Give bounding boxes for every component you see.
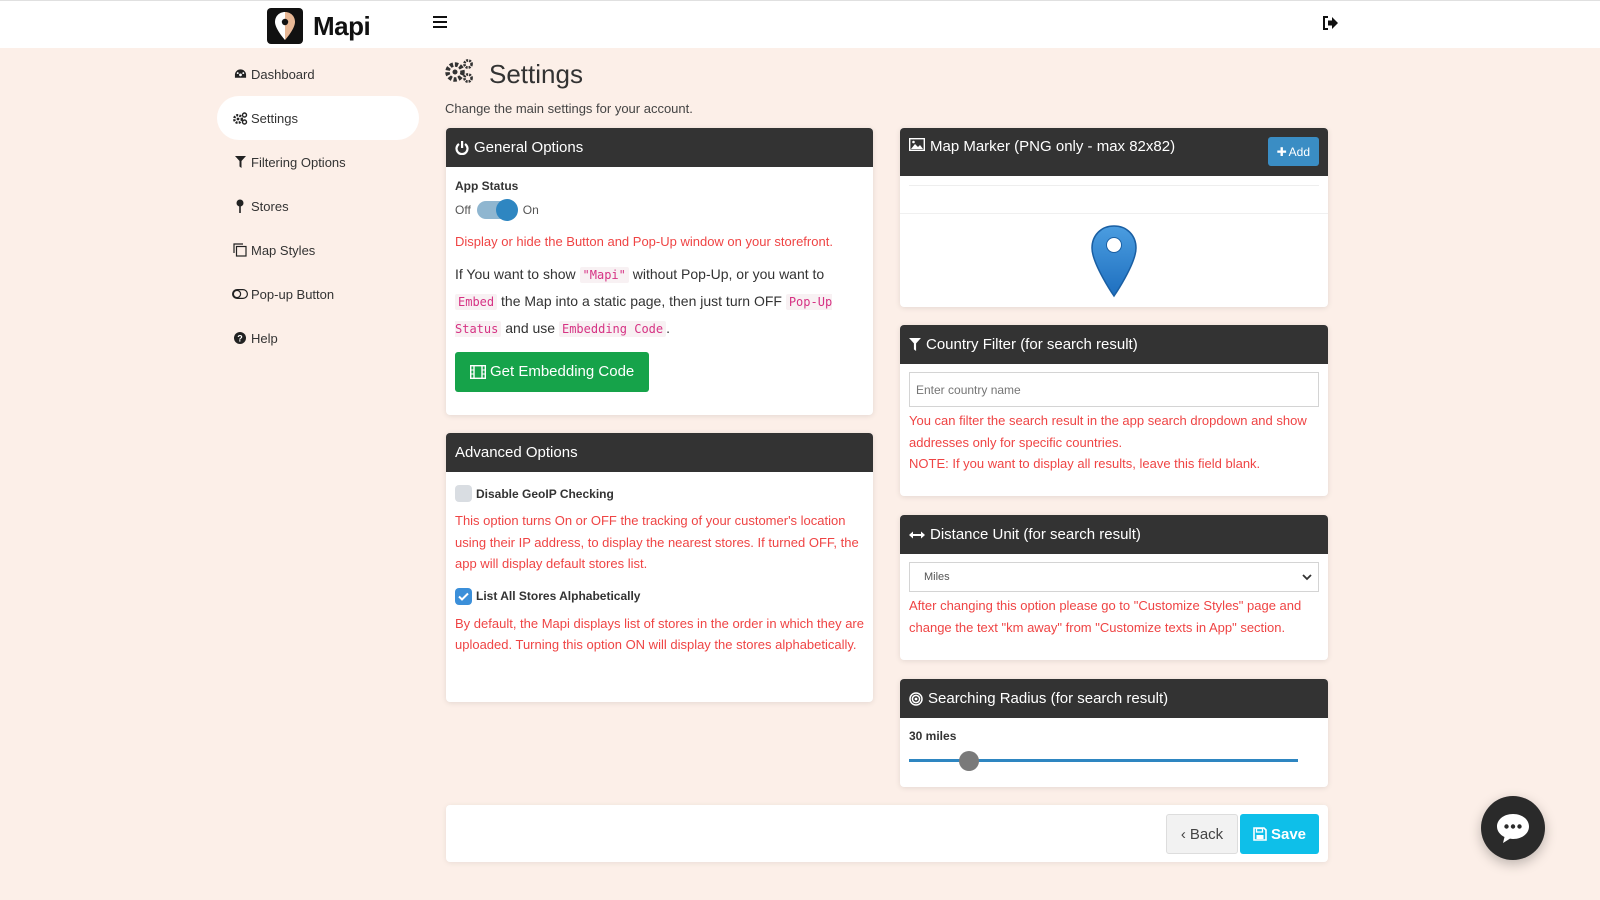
card-header: Searching Radius (for search result) (900, 679, 1328, 718)
save-button[interactable]: Save (1240, 814, 1319, 854)
disable-geoip-checkbox[interactable] (455, 485, 472, 502)
arrows-horizontal-icon (909, 531, 925, 539)
plus-icon: ✚ (1276, 144, 1287, 159)
check-icon (458, 592, 469, 601)
page-title: Settings (445, 58, 693, 91)
chat-widget-button[interactable] (1481, 796, 1545, 860)
logo-icon (267, 8, 303, 44)
card-header: Distance Unit (for search result) (900, 515, 1328, 554)
country-filter-card: Country Filter (for search result) You c… (900, 325, 1328, 496)
question-circle-icon: ? (232, 332, 248, 344)
svg-text:?: ? (237, 334, 243, 344)
radius-slider[interactable] (909, 751, 1298, 771)
save-icon (1253, 827, 1267, 841)
sidebar-item-label: Settings (251, 110, 298, 126)
slider-thumb[interactable] (959, 751, 980, 771)
back-button[interactable]: ‹ Back (1166, 814, 1238, 854)
copy-icon (232, 243, 248, 257)
sign-out-icon[interactable] (1322, 15, 1340, 36)
sidebar-item-label: Dashboard (251, 66, 315, 82)
radius-value-label: 30 miles (909, 729, 957, 743)
form-footer: ‹ Back Save (446, 805, 1328, 862)
toggle-knob (495, 199, 518, 221)
filter-icon (232, 156, 248, 168)
sidebar-item-label: Filtering Options (251, 154, 346, 170)
list-alphabetically-option[interactable]: List All Stores Alphabetically (455, 587, 864, 605)
sidebar-item-label: Pop-up Button (251, 286, 335, 302)
general-options-card: General Options App Status Off On Displa… (446, 128, 873, 415)
country-filter-hint: You can filter the search result in the … (909, 413, 1307, 450)
sidebar-item-filtering-options[interactable]: Filtering Options (217, 140, 419, 184)
hamburger-icon[interactable] (433, 16, 447, 30)
map-pin-icon (232, 199, 248, 213)
distance-unit-hint: After changing this option please go to … (909, 598, 1302, 635)
card-header: Country Filter (for search result) (900, 325, 1328, 364)
sidebar-item-label: Map Styles (251, 242, 316, 258)
toggle-off-label: Off (455, 203, 471, 217)
searching-radius-card: Searching Radius (for search result) 30 … (900, 679, 1328, 787)
card-header: Map Marker (PNG only - max 82x82) ✚ Add (900, 128, 1328, 176)
page-subtitle: Change the main settings for your accoun… (445, 101, 693, 116)
app-status-toggle[interactable] (476, 199, 518, 221)
advanced-options-card: Advanced Options Disable GeoIP Checking … (446, 433, 873, 702)
add-marker-button[interactable]: ✚ Add (1267, 137, 1319, 166)
page-header: Settings Change the main settings for yo… (445, 58, 693, 116)
sidebar-item-label: Stores (251, 198, 289, 214)
app-name: Mapi (313, 10, 371, 41)
sidebar: Dashboard Settings Filtering Options Sto… (217, 52, 419, 360)
card-header: General Options (446, 128, 873, 167)
sidebar-item-help[interactable]: ? Help (217, 316, 419, 360)
app-status-hint: Display or hide the Button and Pop-Up wi… (455, 234, 833, 249)
filter-icon (909, 338, 921, 351)
disable-geoip-hint: This option turns On or OFF the tracking… (455, 513, 859, 571)
embed-info-text: If You want to show "Mapi" without Pop-U… (455, 265, 833, 337)
logo[interactable]: Mapi (267, 8, 371, 44)
sidebar-item-label: Help (251, 330, 278, 346)
film-icon (470, 364, 486, 379)
disable-geoip-option[interactable]: Disable GeoIP Checking (455, 485, 864, 502)
toggle-on-label: On (522, 203, 539, 217)
list-alphabetically-checkbox[interactable] (455, 587, 472, 605)
map-marker-card: Map Marker (PNG only - max 82x82) ✚ Add (900, 128, 1328, 307)
list-alphabetically-hint: By default, the Mapi displays list of st… (455, 615, 864, 653)
chevron-left-icon: ‹ (1180, 825, 1186, 843)
distance-unit-card: Distance Unit (for search result) Miles … (900, 515, 1328, 660)
sidebar-item-dashboard[interactable]: Dashboard (217, 52, 419, 96)
map-marker-icon (1091, 225, 1137, 298)
toggle-icon (232, 289, 248, 299)
bullseye-icon (909, 691, 923, 706)
top-bar: Mapi (0, 0, 1600, 48)
get-embedding-code-button[interactable]: Get Embedding Code (455, 351, 650, 392)
chevron-down-icon (1302, 573, 1312, 580)
image-icon (909, 138, 925, 151)
chat-bubble-icon (1497, 814, 1529, 843)
country-name-input[interactable] (909, 372, 1319, 407)
marker-preview (900, 214, 1328, 298)
card-header: Advanced Options (446, 433, 873, 472)
sidebar-item-stores[interactable]: Stores (217, 184, 419, 228)
dashboard-icon (232, 68, 248, 80)
distance-unit-select[interactable]: Miles (909, 562, 1319, 592)
app-status-label: App Status (455, 179, 519, 193)
power-icon (455, 140, 469, 155)
country-filter-note: NOTE: If you want to display all results… (909, 456, 1261, 471)
sidebar-item-settings[interactable]: Settings (217, 96, 419, 140)
sidebar-item-popup-button[interactable]: Pop-up Button (217, 272, 419, 316)
sidebar-item-map-styles[interactable]: Map Styles (217, 228, 419, 272)
cogs-icon (445, 58, 475, 91)
cogs-icon (232, 111, 248, 125)
